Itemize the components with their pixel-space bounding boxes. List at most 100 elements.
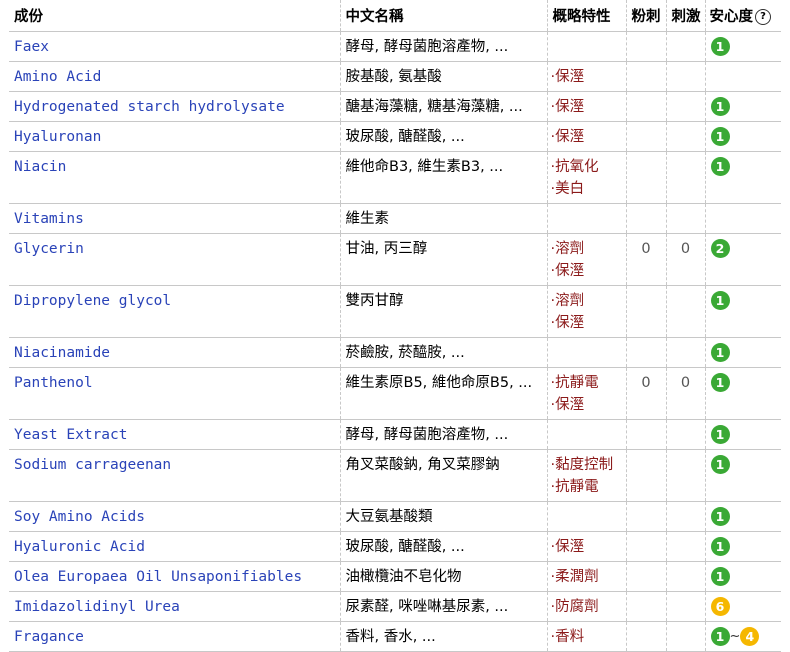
acne-value (626, 337, 667, 368)
ingredient-link[interactable]: Fragance (9, 621, 341, 652)
ingredient-link[interactable]: Yeast Extract (9, 419, 341, 450)
chinese-name: 大豆氨基酸類 (340, 501, 548, 532)
feature-item: ·溶劑 (550, 241, 585, 257)
safety-badge: 1 (710, 536, 730, 556)
safety-cell: 1 (705, 449, 781, 502)
ingredient-link[interactable]: Imidazolidinyl Urea (9, 591, 341, 622)
acne-value (626, 151, 667, 204)
features-cell (547, 419, 627, 450)
ingredient-link[interactable]: Niacinamide (9, 337, 341, 368)
acne-value (626, 121, 667, 152)
ingredient-link[interactable]: Faex (9, 31, 341, 62)
acne-value (626, 621, 667, 652)
safety-badge: 1 (710, 290, 730, 310)
irritation-value (666, 337, 706, 368)
ingredient-link[interactable]: Glycerin (9, 233, 341, 286)
table-row: Faex 酵母, 酵母菌胞溶產物, ... 1 (9, 31, 781, 62)
ingredient-link[interactable]: Panthenol (9, 367, 341, 420)
safety-cell: 1 (705, 151, 781, 204)
table-row: Fragance 香料, 香水, ... ·香料 1 ~4 (9, 621, 781, 652)
features-cell: ·防腐劑 (547, 591, 627, 622)
feature-item: ·保溼 (550, 99, 585, 115)
ingredient-table: 成份 中文名稱 概略特性 粉刺 刺激 安心度? Faex 酵母, 酵母菌胞溶產物,… (9, 0, 781, 652)
feature-item: ·保溼 (550, 263, 585, 279)
safety-badge: 1 (710, 156, 730, 176)
safety-cell: 2 (705, 233, 781, 286)
safety-cell (705, 61, 781, 92)
acne-value (626, 419, 667, 450)
table-row: Glycerin 甘油, 丙三醇 ·溶劑 ·保溼 0 0 2 (9, 233, 781, 286)
irritation-value (666, 449, 706, 502)
features-cell: ·溶劑 ·保溼 (547, 233, 627, 286)
features-cell: ·保溼 (547, 531, 627, 562)
ingredient-link[interactable]: Hyaluronan (9, 121, 341, 152)
header-irritation: 刺激 (666, 0, 706, 32)
irritation-value: 0 (666, 233, 706, 286)
ingredient-link[interactable]: Niacin (9, 151, 341, 204)
features-cell: ·保溼 (547, 91, 627, 122)
table-row: Sodium carrageenan 角叉菜酸鈉, 角叉菜膠鈉 ·黏度控制 ·抗靜電 1 (9, 449, 781, 502)
irritation-value (666, 419, 706, 450)
acne-value: 0 (626, 367, 667, 420)
feature-item: ·美白 (550, 181, 585, 197)
safety-cell: 1 (705, 285, 781, 338)
table-row: Vitamins 維生素 (9, 203, 781, 234)
safety-cell (705, 203, 781, 234)
acne-value (626, 531, 667, 562)
chinese-name: 甘油, 丙三醇 (340, 233, 548, 286)
safety-badge: 1 (710, 566, 730, 586)
chinese-name: 酵母, 酵母菌胞溶產物, ... (340, 31, 548, 62)
features-cell: ·保溼 (547, 61, 627, 92)
ingredient-link[interactable]: Vitamins (9, 203, 341, 234)
table-row: Hydrogenated starch hydrolysate 醣基海藻糖, 糖基… (9, 91, 781, 122)
ingredient-link[interactable]: Dipropylene glycol (9, 285, 341, 338)
feature-item: ·保溼 (550, 539, 585, 555)
chinese-name: 尿素醛, 咪唑啉基尿素, ... (340, 591, 548, 622)
feature-item: ·保溼 (550, 129, 585, 145)
safety-cell: 1 (705, 501, 781, 532)
safety-cell: 1 (705, 31, 781, 62)
acne-value (626, 61, 667, 92)
features-cell: ·香料 (547, 621, 627, 652)
features-cell: ·溶劑 ·保溼 (547, 285, 627, 338)
chinese-name: 玻尿酸, 醣醛酸, ... (340, 531, 548, 562)
header-features: 概略特性 (547, 0, 627, 32)
features-cell (547, 31, 627, 62)
irritation-value (666, 531, 706, 562)
irritation-value (666, 203, 706, 234)
ingredient-link[interactable]: Olea Europaea Oil Unsaponifiables (9, 561, 341, 592)
irritation-value (666, 121, 706, 152)
ingredient-link[interactable]: Hydrogenated starch hydrolysate (9, 91, 341, 122)
features-cell: ·柔潤劑 (547, 561, 627, 592)
header-chinese-name: 中文名稱 (340, 0, 548, 32)
chinese-name: 維生素 (340, 203, 548, 234)
feature-item: ·香料 (550, 629, 585, 645)
table-row: Dipropylene glycol 雙丙甘醇 ·溶劑 ·保溼 1 (9, 285, 781, 338)
safety-cell: 6 (705, 591, 781, 622)
table-row: Yeast Extract 酵母, 酵母菌胞溶產物, ... 1 (9, 419, 781, 450)
feature-item: ·溶劑 (550, 293, 585, 309)
safety-badge: 6 (710, 596, 730, 616)
acne-value: 0 (626, 233, 667, 286)
header-ingredient: 成份 (9, 0, 341, 32)
ingredient-link[interactable]: Amino Acid (9, 61, 341, 92)
safety-badge: 1 (710, 342, 730, 362)
ingredient-link[interactable]: Sodium carrageenan (9, 449, 341, 502)
features-cell: ·黏度控制 ·抗靜電 (547, 449, 627, 502)
table-row: Imidazolidinyl Urea 尿素醛, 咪唑啉基尿素, ... ·防腐劑 6 (9, 591, 781, 622)
acne-value (626, 591, 667, 622)
chinese-name: 維他命B3, 維生素B3, ... (340, 151, 548, 204)
chinese-name: 菸鹼胺, 菸醯胺, ... (340, 337, 548, 368)
feature-item: ·柔潤劑 (550, 569, 599, 585)
table-row: Panthenol 維生素原B5, 維他命原B5, ... ·抗靜電 ·保溼 0 0 1 (9, 367, 781, 420)
features-cell (547, 203, 627, 234)
acne-value (626, 203, 667, 234)
ingredient-link[interactable]: Hyaluronic Acid (9, 531, 341, 562)
acne-value (626, 31, 667, 62)
safety-cell: 1 (705, 419, 781, 450)
table-row: Niacinamide 菸鹼胺, 菸醯胺, ... 1 (9, 337, 781, 368)
ingredient-link[interactable]: Soy Amino Acids (9, 501, 341, 532)
help-icon[interactable]: ? (755, 9, 771, 25)
irritation-value (666, 151, 706, 204)
feature-item: ·黏度控制 (550, 457, 614, 473)
